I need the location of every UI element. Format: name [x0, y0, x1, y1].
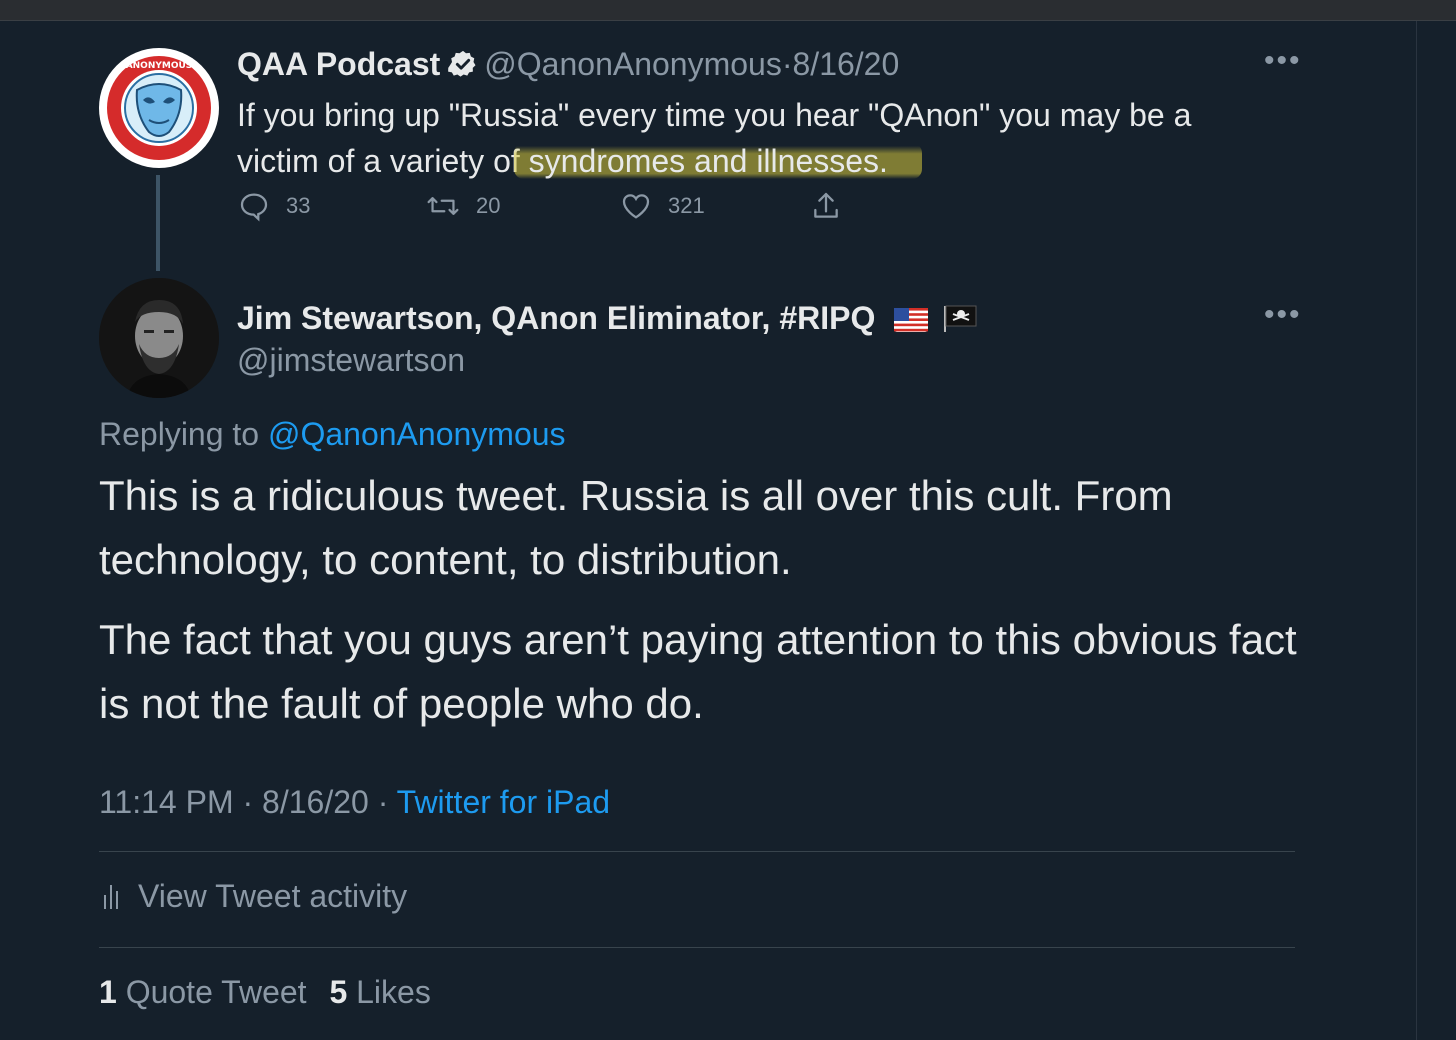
parent-handle[interactable]: @QanonAnonymous [484, 46, 782, 82]
quote-label: Quote Tweet [116, 974, 307, 1010]
divider-top [99, 851, 1295, 852]
reply-more-button[interactable]: ••• [1264, 298, 1302, 332]
heart-icon [622, 194, 650, 219]
like-button[interactable]: 321 [620, 190, 705, 222]
profile-photo-icon [99, 278, 219, 398]
tweet-source-link[interactable]: Twitter for iPad [397, 784, 610, 820]
replying-to-line: Replying to @QanonAnonymous [99, 414, 566, 454]
parent-tweet-header: QAA Podcast @QanonAnonymous·8/16/20 [237, 44, 899, 88]
divider-bottom [99, 947, 1295, 948]
engagement-stats: 1 Quote Tweet 5 Likes [99, 972, 431, 1012]
qaa-logo-icon: ANONYMOUS [101, 50, 217, 166]
retweet-count: 20 [476, 193, 501, 218]
parent-display-name[interactable]: QAA Podcast [237, 46, 440, 82]
jim-stewartson-avatar[interactable] [99, 278, 219, 398]
us-flag-icon [894, 301, 929, 341]
highlighted-text: syndromes and illnesses. [513, 143, 922, 179]
likes-link[interactable]: 5 Likes [329, 974, 430, 1010]
reply-paragraph-1: This is a ridiculous tweet. Russia is al… [99, 472, 1173, 583]
like-count: 321 [668, 193, 705, 218]
parent-date[interactable]: 8/16/20 [793, 46, 900, 82]
retweet-button[interactable]: 20 [426, 190, 500, 222]
view-tweet-activity-label: View Tweet activity [138, 878, 408, 914]
reply-button[interactable]: 33 [238, 190, 310, 222]
replying-to-link[interactable]: @QanonAnonymous [268, 416, 566, 452]
reply-paragraph-2: The fact that you guys aren’t paying att… [99, 616, 1297, 727]
parent-separator: · [781, 46, 793, 82]
reply-display-name[interactable]: Jim Stewartson, QAnon Eliminator, #RIPQ [237, 300, 875, 336]
view-tweet-activity-button[interactable]: View Tweet activity [102, 876, 407, 916]
tweet-date[interactable]: 8/16/20 [262, 784, 369, 820]
share-button[interactable] [810, 190, 858, 222]
reply-author-row: Jim Stewartson, QAnon Eliminator, #RIPQ [237, 298, 977, 341]
reply-count: 33 [286, 193, 311, 218]
likes-count: 5 [329, 974, 348, 1010]
likes-label: Likes [347, 974, 431, 1010]
qaa-podcast-avatar[interactable]: ANONYMOUS [99, 48, 219, 168]
share-icon [814, 192, 838, 218]
reply-icon [240, 193, 268, 222]
reply-handle[interactable]: @jimstewartson [237, 340, 465, 380]
thread-connector-line [156, 175, 160, 271]
tweet-time[interactable]: 11:14 PM [99, 784, 234, 820]
timeline-right-border [1416, 21, 1417, 1040]
activity-chart-icon [104, 885, 118, 909]
pirate-flag-icon [943, 301, 977, 341]
replying-prefix: Replying to [99, 416, 268, 452]
tweet-meta-line: 11:14 PM · 8/16/20 · Twitter for iPad [99, 782, 610, 822]
window-top-bar [0, 0, 1456, 21]
quote-tweets-link[interactable]: 1 Quote Tweet [99, 974, 307, 1010]
parent-tweet-text: If you bring up "Russia" every time you … [237, 92, 1257, 184]
meta-separator-1: · [242, 784, 254, 820]
verified-badge-icon [448, 48, 478, 88]
parent-more-button[interactable]: ••• [1264, 44, 1302, 78]
retweet-icon [427, 197, 459, 215]
quote-count: 1 [99, 974, 117, 1010]
meta-separator-2: · [377, 784, 389, 820]
svg-text:ANONYMOUS: ANONYMOUS [126, 61, 193, 71]
